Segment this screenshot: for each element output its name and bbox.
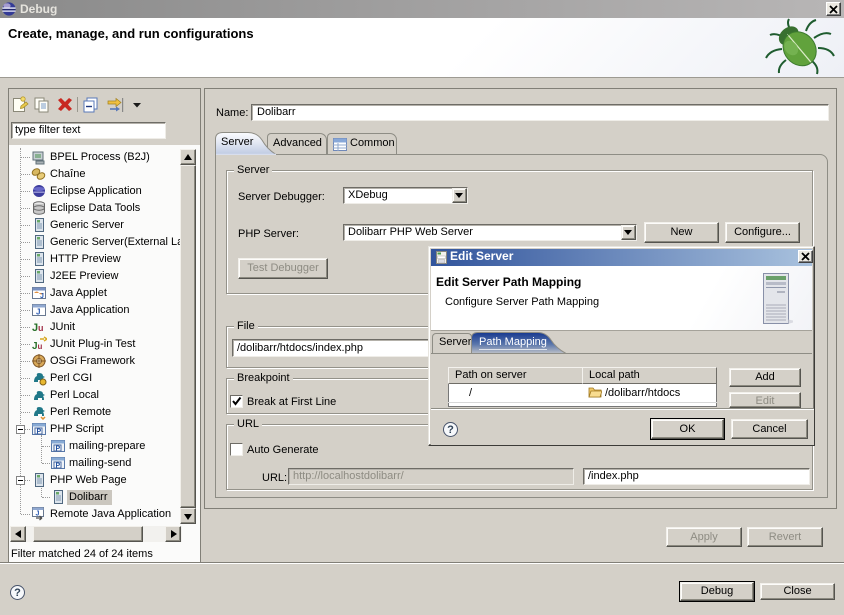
svg-text:J: J: [36, 308, 40, 317]
svg-text:P: P: [56, 463, 61, 470]
svg-text:J: J: [40, 293, 44, 300]
svg-text:u: u: [38, 323, 44, 333]
svg-text:J: J: [36, 511, 40, 518]
svg-text:P: P: [37, 429, 42, 436]
svg-text:P: P: [56, 446, 61, 453]
svg-text:u: u: [38, 342, 43, 351]
